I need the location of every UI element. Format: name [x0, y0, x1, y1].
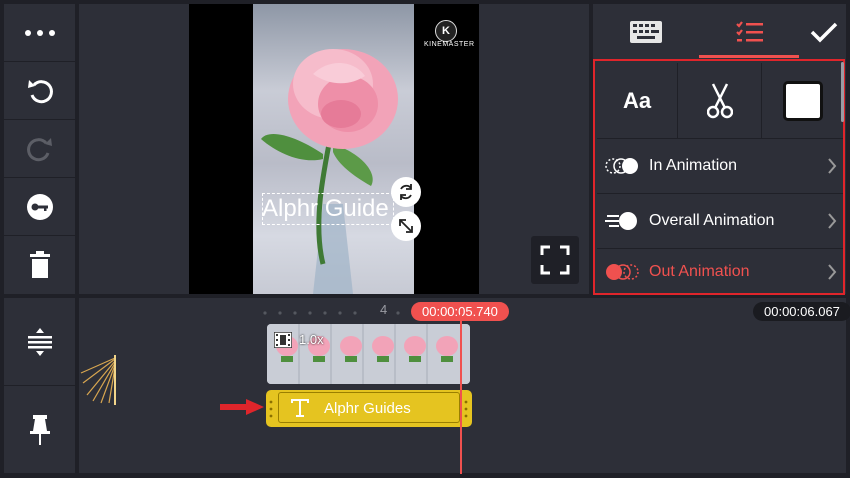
tab-keyboard[interactable]	[593, 4, 698, 59]
video-clip[interactable]: 1.0x	[267, 324, 470, 384]
arrow-right-icon	[220, 399, 264, 415]
left-toolbar	[4, 4, 75, 294]
resize-icon	[399, 219, 413, 233]
confirm-button[interactable]	[801, 4, 846, 59]
out-animation-label: Out Animation	[649, 262, 750, 280]
redo-icon	[26, 137, 52, 161]
panel-scrollbar[interactable]	[841, 62, 844, 122]
rose-image	[261, 49, 398, 294]
fullscreen-button[interactable]	[531, 236, 579, 284]
delete-icon	[29, 250, 50, 278]
playhead[interactable]	[460, 314, 462, 474]
align-button[interactable]	[4, 298, 75, 386]
sparkler-image	[80, 355, 116, 405]
undo-icon	[27, 79, 53, 103]
font-label: Aa	[622, 87, 652, 113]
chevron-right-icon	[828, 213, 837, 229]
fullscreen-icon	[540, 245, 570, 275]
in-animation-item[interactable]: In Animation	[597, 138, 843, 193]
active-tab-indicator	[699, 55, 799, 58]
text-clip-label: Alphr Guides	[324, 400, 411, 417]
keyframe-icon	[26, 193, 53, 220]
out-animation-icon	[606, 263, 639, 280]
left-trim-handle[interactable]	[269, 399, 273, 419]
in-animation-label: In Animation	[649, 157, 738, 174]
kinemaster-logo-icon: K	[435, 20, 457, 42]
rotate-handle[interactable]	[391, 177, 421, 207]
film-icon	[274, 332, 292, 348]
overall-animation-item[interactable]: Overall Animation	[597, 193, 843, 248]
options-icon	[735, 20, 763, 41]
in-animation-icon	[605, 158, 638, 174]
font-button[interactable]: Aa	[597, 63, 678, 138]
keyframe-button[interactable]	[4, 178, 75, 236]
chevron-right-icon	[828, 158, 837, 174]
keyboard-icon	[629, 20, 662, 43]
check-icon	[810, 22, 837, 42]
split-button[interactable]	[678, 63, 762, 138]
rotate-icon	[400, 184, 412, 200]
total-time-badge: 00:00:06.067	[753, 302, 850, 321]
redo-button[interactable]	[4, 120, 75, 178]
overall-animation-label: Overall Animation	[649, 212, 775, 229]
drag-handle-icon	[269, 400, 273, 418]
ruler-mark: 4	[380, 302, 388, 317]
undo-button[interactable]	[4, 62, 75, 120]
pin-button[interactable]	[4, 386, 75, 473]
video-thumbnails	[267, 324, 470, 384]
clip-speed-label: 1.0x	[299, 332, 324, 347]
red-arrow-annotation	[220, 399, 264, 415]
drag-handle-icon	[464, 400, 468, 418]
right-trim-handle[interactable]	[464, 399, 468, 419]
color-swatch	[782, 80, 823, 121]
more-button[interactable]	[4, 4, 75, 62]
text-clip[interactable]: Alphr Guides	[266, 390, 472, 427]
overlay-text: Alphr Guide	[262, 195, 389, 222]
options-highlight-box: Aa In Animation Overall Animation Out An…	[593, 59, 845, 295]
preview-image	[253, 4, 414, 294]
delete-button[interactable]	[4, 236, 75, 293]
watermark-text: KINEMASTER	[424, 41, 475, 48]
more-icon	[24, 29, 55, 36]
pin-icon	[29, 414, 50, 445]
color-button[interactable]	[762, 63, 843, 138]
text-layer-icon	[291, 399, 309, 417]
out-animation-item[interactable]: Out Animation	[597, 248, 843, 294]
previous-clip-thumbnail[interactable]	[79, 355, 117, 405]
panel-tabs	[593, 4, 846, 59]
tab-options[interactable]	[698, 4, 801, 59]
timeline-tools	[4, 298, 75, 473]
chevron-right-icon	[828, 263, 837, 280]
scissors-icon	[706, 82, 733, 118]
overall-animation-icon	[605, 212, 637, 230]
align-icon	[27, 327, 52, 356]
resize-handle[interactable]	[391, 211, 421, 241]
